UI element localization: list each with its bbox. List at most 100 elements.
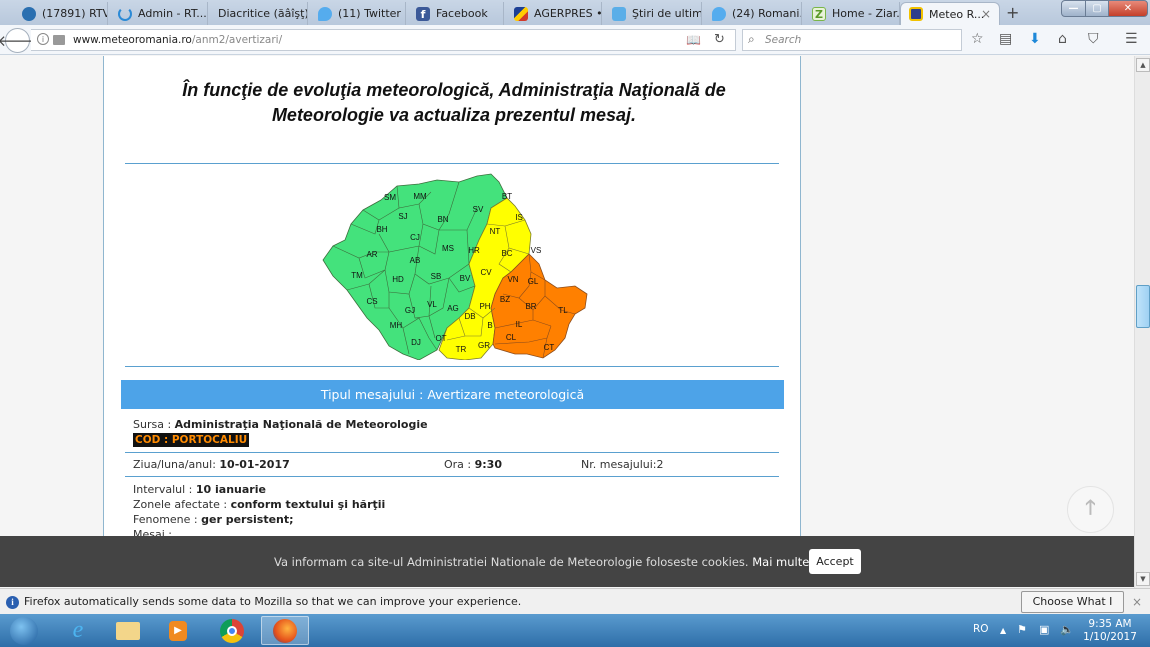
date-field: Ziua/luna/anul: 10-01-2017 xyxy=(133,458,290,471)
tab-stiri[interactable]: Ştiri de ultim... xyxy=(604,2,702,25)
county-label-sj: SJ xyxy=(398,212,407,221)
county-label-nt: NT xyxy=(490,227,501,236)
search-icon: ⌕ xyxy=(748,32,755,46)
county-label-cl: CL xyxy=(506,333,517,342)
choose-what-i-share-button[interactable]: Choose What I Share xyxy=(1021,591,1124,628)
windows-taskbar: e ▶ RO ▲ ⚑ ▣ 🔈 9:35 AM 1/10/2017 xyxy=(0,614,1150,647)
county-label-vn: VN xyxy=(507,275,518,284)
county-label-ag: AG xyxy=(447,304,459,313)
internet-explorer-icon: e xyxy=(72,617,84,643)
navigation-bar: 🡐 i www.meteoromania.ro/anm2/avertizari/… xyxy=(0,25,1150,55)
divider xyxy=(125,476,779,477)
facebook-icon: f xyxy=(416,6,430,21)
vertical-scrollbar[interactable]: ▲ ▼ xyxy=(1134,56,1150,588)
county-label-sb: SB xyxy=(431,272,442,281)
county-label-cs: CS xyxy=(366,297,377,306)
county-label-mh: MH xyxy=(390,321,403,330)
county-label-tl: TL xyxy=(558,306,568,315)
county-label-db: DB xyxy=(464,312,475,321)
close-window-button[interactable]: ✕ xyxy=(1108,0,1148,17)
ziar-icon: Z xyxy=(812,6,826,21)
romania-warning-map: SM MM SJ BN SVBT BHCJ NTIS ARMS HR BC VSTM … xyxy=(322,173,588,360)
county-label-tm: TM xyxy=(351,271,363,280)
search-input[interactable]: ⌕ Search xyxy=(742,29,962,51)
new-tab-button[interactable]: + xyxy=(1006,3,1019,22)
system-clock[interactable]: 9:35 AM 1/10/2017 xyxy=(1082,618,1138,644)
language-indicator[interactable]: RO xyxy=(973,623,989,635)
chrome-icon xyxy=(220,618,244,643)
back-button[interactable]: 🡐 xyxy=(0,28,38,53)
county-label-il: IL xyxy=(516,320,523,329)
warning-code-badge: COD : PORTOCALIU xyxy=(133,433,250,447)
maximize-button[interactable]: ▢ xyxy=(1085,0,1109,17)
county-label-gr: GR xyxy=(478,341,490,350)
county-label-gl: GL xyxy=(528,277,539,286)
interval-field: Intervalul : 10 ianuarie xyxy=(133,483,266,496)
bookmarks-list-icon[interactable]: ▤ xyxy=(999,31,1012,47)
county-label-hd: HD xyxy=(392,275,404,284)
reload-icon[interactable]: ↻ xyxy=(714,32,725,47)
county-label-ms: MS xyxy=(442,244,454,253)
action-center-flag-icon[interactable]: ⚑ xyxy=(1017,623,1027,636)
back-to-top-button[interactable]: 🡑 xyxy=(1067,486,1114,533)
accept-cookies-button[interactable]: Accept xyxy=(809,549,861,574)
tab-rtv[interactable]: (17891) RTV ... xyxy=(14,2,108,25)
tab-agerpres[interactable]: AGERPRES • ... xyxy=(506,2,602,25)
taskbar-chrome[interactable] xyxy=(210,616,254,645)
info-icon: i xyxy=(6,596,19,609)
county-label-dj: DJ xyxy=(411,338,421,347)
bookmark-star-icon[interactable]: ☆ xyxy=(971,31,984,47)
tab-admin-rtv[interactable]: Admin - RT... xyxy=(110,2,208,25)
county-label-cv: CV xyxy=(480,268,492,277)
close-tab-icon[interactable]: × xyxy=(981,7,991,21)
scroll-down-button[interactable]: ▼ xyxy=(1136,572,1150,586)
page-heading: În funcţie de evoluţia meteorologică, Ad… xyxy=(182,80,726,125)
source-row: Sursa : Administraţia Naţională de Meteo… xyxy=(133,418,428,431)
network-icon[interactable]: ▣ xyxy=(1039,623,1049,636)
agerpres-icon xyxy=(514,6,528,21)
scroll-up-button[interactable]: ▲ xyxy=(1136,58,1150,72)
minimize-button[interactable]: — xyxy=(1061,0,1086,17)
reader-view-icon[interactable]: 📖 xyxy=(686,33,701,47)
tab-diacritice[interactable]: Diacritice (ăâîşţ) ... xyxy=(210,2,308,25)
home-icon[interactable]: ⌂ xyxy=(1058,31,1067,47)
info-icon[interactable]: i xyxy=(37,33,49,45)
arrow-up-icon: 🡑 xyxy=(1085,494,1096,519)
volume-icon[interactable]: 🔈 xyxy=(1060,623,1074,636)
pocket-icon[interactable]: ⛉ xyxy=(1088,31,1099,47)
county-label-vl: VL xyxy=(427,300,437,309)
scrollbar-thumb[interactable] xyxy=(1136,285,1150,328)
show-hidden-icons[interactable]: ▲ xyxy=(1000,626,1006,635)
county-label-bh: BH xyxy=(376,225,387,234)
url-bar[interactable]: i www.meteoromania.ro/anm2/avertizari/ 📖… xyxy=(31,29,736,51)
twitter-icon xyxy=(712,6,726,21)
start-button[interactable] xyxy=(2,616,46,645)
county-label-bv: BV xyxy=(460,274,471,283)
taskbar-media-player[interactable]: ▶ xyxy=(156,616,200,645)
taskbar-file-explorer[interactable] xyxy=(106,616,150,645)
rtv-icon xyxy=(22,6,36,21)
tab-meteo-active[interactable]: Meteo R... × xyxy=(900,2,1000,25)
tab-ziar[interactable]: Z Home - Ziar... xyxy=(804,2,900,25)
tab-twitter[interactable]: (11) Twitter xyxy=(310,2,406,25)
taskbar-internet-explorer[interactable]: e xyxy=(56,616,100,645)
county-label-tr: TR xyxy=(456,345,467,354)
divider xyxy=(125,163,779,164)
taskbar-firefox[interactable] xyxy=(261,616,309,645)
url-text[interactable]: www.meteoromania.ro/anm2/avertizari/ xyxy=(73,34,282,46)
county-label-ot: OT xyxy=(435,334,446,343)
tab-facebook[interactable]: f Facebook xyxy=(408,2,504,25)
downloads-icon[interactable]: ⬇ xyxy=(1029,31,1041,47)
county-label-bz: BZ xyxy=(500,295,510,304)
close-notification-icon[interactable]: × xyxy=(1132,595,1142,609)
menu-icon[interactable]: ☰ xyxy=(1125,31,1138,47)
county-label-bt: BT xyxy=(502,192,512,201)
county-label-gj: GJ xyxy=(405,306,415,315)
notification-message: Firefox automatically sends some data to… xyxy=(24,595,522,608)
tab-romania-twitter[interactable]: (24) Romani... xyxy=(704,2,802,25)
county-label-bn: BN xyxy=(437,215,448,224)
county-label-sv: SV xyxy=(473,205,484,214)
message-type-header: Tipul mesajului : Avertizare meteorologi… xyxy=(121,380,784,409)
phenomena-field: Fenomene : ger persistent; xyxy=(133,513,294,526)
cookie-banner: Va informam ca site-ul Administratiei Na… xyxy=(0,536,1134,587)
